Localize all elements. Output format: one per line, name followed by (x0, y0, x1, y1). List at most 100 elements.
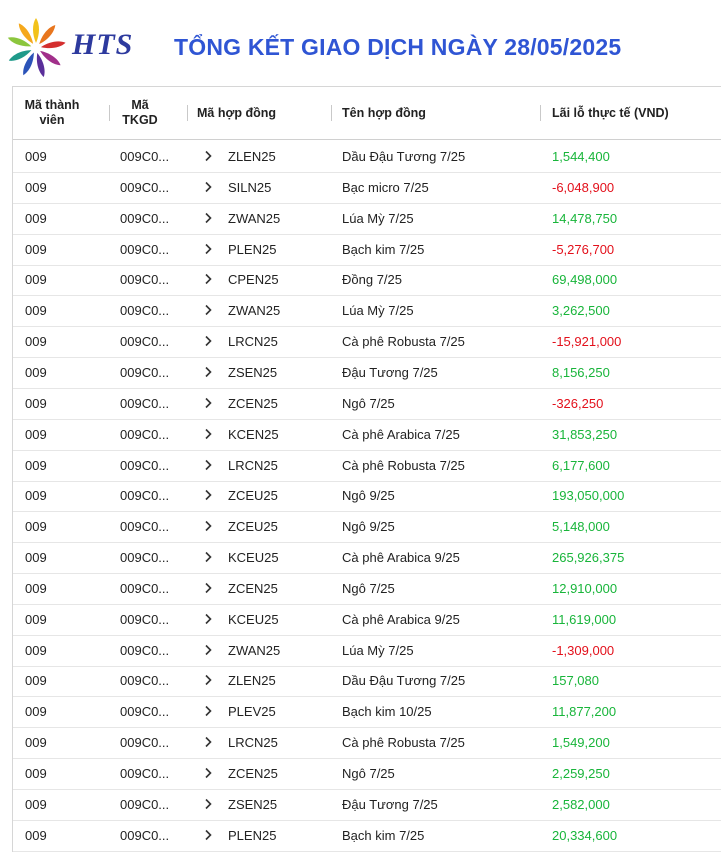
contract-code: LRCN25 (228, 457, 278, 473)
table-row[interactable]: 009 009C0... LRCN25 Cà phê Robusta 7/25 6,17… (13, 450, 721, 482)
table-row[interactable]: 009 009C0... PLEN25 Bạch kim 7/25 -5,276,700 (13, 234, 721, 266)
col-header-member[interactable]: Mã thành viên (13, 87, 91, 139)
table-row[interactable]: 009 009C0... ZCEU25 Ngô 9/25 5,148,000 (13, 511, 721, 544)
chevron-right-icon[interactable] (202, 767, 214, 779)
col-header-account[interactable]: Mã TKGD (117, 87, 163, 139)
member-code: 009 (25, 735, 47, 751)
contract-code: ZWAN25 (228, 642, 281, 658)
member-code: 009 (25, 241, 47, 257)
table-row[interactable]: 009 009C0... ZWAN25 Lúa Mỳ 7/25 14,478,750 (13, 203, 721, 235)
table-row[interactable]: 009 009C0... KCEU25 Cà phê Arabica 9/25 265,… (13, 542, 721, 575)
chevron-right-icon[interactable] (202, 181, 214, 193)
pnl-value: 2,259,250 (552, 766, 610, 781)
contract-code: SILN25 (228, 179, 272, 195)
table-row[interactable]: 009 009C0... CPEN25 Đồng 7/25 69,498,000 (13, 264, 721, 297)
member-code: 009 (25, 642, 47, 658)
table-row[interactable]: 009 009C0... KCEN25 Cà phê Arabica 7/25 31,8… (13, 419, 721, 451)
chevron-right-icon[interactable] (202, 397, 214, 409)
column-separator (331, 105, 332, 121)
contract-code: KCEU25 (228, 611, 279, 627)
chevron-right-icon[interactable] (202, 644, 214, 656)
chevron-right-icon[interactable] (202, 273, 214, 285)
member-code: 009 (25, 210, 47, 226)
col-header-pnl[interactable]: Lãi lỗ thực tế (VND) (552, 87, 721, 139)
account-code: 009C0... (120, 827, 170, 843)
pnl-value: 8,156,250 (552, 364, 610, 380)
member-code: 009 (25, 673, 47, 689)
table-row[interactable]: 009 009C0... ZLEN25 Dầu Đậu Tương 7/25 1,544… (13, 141, 721, 173)
member-code: 009 (25, 704, 47, 720)
trade-summary-table: Mã thành viên Mã TKGD Mã hợp đồng Tên hợ… (12, 86, 721, 852)
chevron-right-icon[interactable] (202, 582, 214, 594)
chevron-right-icon[interactable] (202, 613, 214, 625)
chevron-right-icon[interactable] (202, 520, 214, 532)
account-code: 009C0... (120, 272, 170, 288)
pnl-value: 31,853,250 (552, 426, 618, 442)
contract-code: ZCEU25 (228, 488, 278, 504)
account-code: 009C0... (120, 796, 170, 812)
contract-name: Dầu Đậu Tương 7/25 (342, 149, 466, 164)
chevron-right-icon[interactable] (202, 705, 214, 717)
table-row[interactable]: 009 009C0... ZWAN25 Lúa Mỳ 7/25 -1,309,000 (13, 635, 721, 667)
page-title: TỔNG KẾT GIAO DỊCH NGÀY 28/05/2025 (174, 34, 622, 60)
member-code: 009 (25, 519, 47, 535)
table-row[interactable]: 009 009C0... ZSEN25 Đậu Tương 7/25 8,156,250 (13, 357, 721, 389)
table-row[interactable]: 009 009C0... ZCEN25 Ngô 7/25 2,259,250 (13, 758, 721, 790)
contract-name: Bạc micro 7/25 (342, 179, 429, 195)
pnl-value: -15,921,000 (552, 334, 622, 350)
chevron-right-icon[interactable] (202, 829, 214, 841)
member-code: 009 (25, 766, 47, 781)
col-header-contract-code[interactable]: Mã hợp đồng (197, 87, 327, 139)
account-code: 009C0... (120, 580, 170, 596)
pnl-value: 5,148,000 (552, 519, 610, 535)
contract-name: Cà phê Robusta 7/25 (342, 735, 465, 751)
contract-name: Ngô 7/25 (342, 580, 395, 596)
contract-code: ZWAN25 (228, 303, 281, 319)
table-row[interactable]: 009 009C0... ZCEN25 Ngô 7/25 12,910,000 (13, 573, 721, 605)
table-row[interactable]: 009 009C0... ZCEN25 Ngô 7/25 -326,250 (13, 388, 721, 420)
chevron-right-icon[interactable] (202, 428, 214, 440)
chevron-right-icon[interactable] (202, 551, 214, 563)
brand-name: HTS (72, 28, 134, 61)
column-separator (187, 105, 188, 121)
chevron-right-icon[interactable] (202, 150, 214, 162)
table-row[interactable]: 009 009C0... ZWAN25 Lúa Mỳ 7/25 3,262,500 (13, 295, 721, 328)
chevron-right-icon[interactable] (202, 335, 214, 347)
col-header-contract-name[interactable]: Tên hợp đồng (342, 87, 532, 139)
pnl-value: 69,498,000 (552, 272, 618, 288)
chevron-right-icon[interactable] (202, 798, 214, 810)
table-row[interactable]: 009 009C0... PLEV25 Bạch kim 10/25 11,877,20… (13, 696, 721, 729)
table-row[interactable]: 009 009C0... SILN25 Bạc micro 7/25 -6,048,90… (13, 172, 721, 204)
account-code: 009C0... (120, 673, 170, 689)
member-code: 009 (25, 179, 47, 195)
table-row[interactable]: 009 009C0... ZSEN25 Đậu Tương 7/25 2,582,000 (13, 789, 721, 821)
chevron-right-icon[interactable] (202, 243, 214, 255)
pnl-value: -5,276,700 (552, 241, 615, 257)
account-code: 009C0... (120, 735, 170, 751)
contract-name: Cà phê Robusta 7/25 (342, 457, 465, 473)
contract-name: Bạch kim 7/25 (342, 241, 425, 257)
table-row[interactable]: 009 009C0... LRCN25 Cà phê Robusta 7/25 -15,… (13, 326, 721, 359)
chevron-right-icon[interactable] (202, 489, 214, 501)
pnl-value: 2,582,000 (552, 796, 610, 812)
contract-code: ZCEN25 (228, 766, 278, 781)
table-row[interactable]: 009 009C0... PLEN25 Bạch kim 7/25 20,334,600 (13, 820, 721, 852)
chevron-right-icon[interactable] (202, 674, 214, 686)
contract-name: Ngô 7/25 (342, 395, 395, 411)
pnl-value: 1,549,200 (552, 735, 610, 751)
chevron-right-icon[interactable] (202, 736, 214, 748)
column-separator (109, 105, 110, 121)
account-code: 009C0... (120, 766, 170, 781)
table-row[interactable]: 009 009C0... ZLEN25 Dầu Đậu Tương 7/25 157,0… (13, 665, 721, 698)
chevron-right-icon[interactable] (202, 366, 214, 378)
table-row[interactable]: 009 009C0... LRCN25 Cà phê Robusta 7/25 1,54… (13, 727, 721, 760)
table-row[interactable]: 009 009C0... KCEU25 Cà phê Arabica 9/25 11,6… (13, 604, 721, 636)
chevron-right-icon[interactable] (202, 459, 214, 471)
table-row[interactable]: 009 009C0... ZCEU25 Ngô 9/25 193,050,000 (13, 480, 721, 513)
account-code: 009C0... (120, 704, 170, 720)
contract-code: KCEU25 (228, 550, 279, 566)
pnl-value: 1,544,400 (552, 149, 610, 164)
chevron-right-icon[interactable] (202, 304, 214, 316)
chevron-right-icon[interactable] (202, 212, 214, 224)
contract-code: PLEV25 (228, 704, 276, 720)
